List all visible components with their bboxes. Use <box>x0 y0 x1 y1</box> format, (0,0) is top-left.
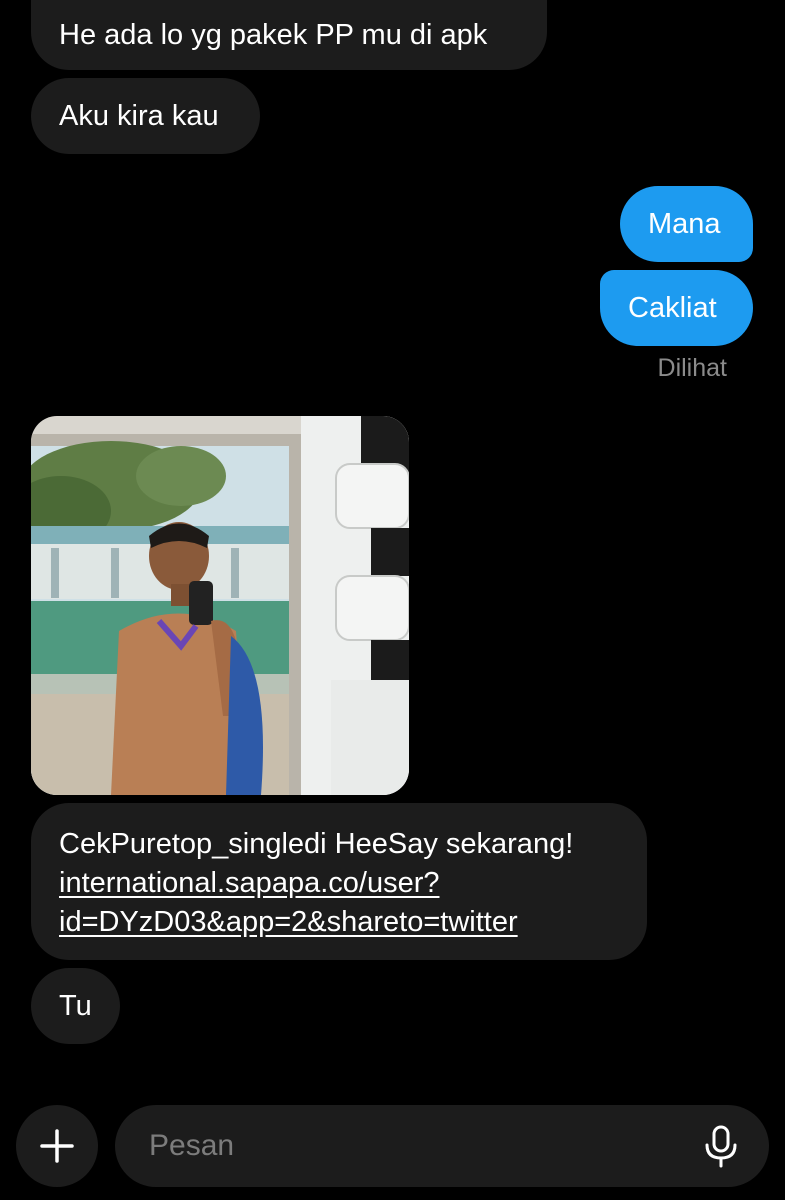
incoming-link-message[interactable]: CekPuretop_singledi HeeSay sekarang! int… <box>31 803 647 960</box>
voice-message-button[interactable] <box>701 1125 741 1169</box>
message-composer <box>115 1105 769 1187</box>
plus-icon <box>40 1129 74 1163</box>
message-text: Cakliat <box>628 292 717 324</box>
message-text: Aku kira kau <box>59 100 219 132</box>
message-input[interactable] <box>147 1123 671 1169</box>
outgoing-message[interactable]: Cakliat <box>600 270 753 346</box>
photo-image <box>31 416 409 795</box>
message-text: Tu <box>59 990 92 1022</box>
microphone-icon <box>705 1125 737 1168</box>
incoming-message[interactable]: Tu <box>31 968 120 1044</box>
shared-photo[interactable] <box>31 416 409 795</box>
add-attachment-button[interactable] <box>16 1105 98 1187</box>
incoming-message[interactable]: Aku kira kau <box>31 78 260 154</box>
seen-status: Dilihat <box>657 354 727 382</box>
incoming-message[interactable]: He ada lo yg pakek PP mu di apk <box>31 0 547 70</box>
outgoing-message[interactable]: Mana <box>620 186 753 262</box>
share-link-line2[interactable]: id=DYzD03&app=2&shareto=twitter <box>59 903 619 942</box>
share-link-line1[interactable]: international.sapapa.co/user? <box>59 864 619 903</box>
message-text: CekPuretop_singledi HeeSay sekarang! <box>59 828 574 860</box>
message-text: Mana <box>648 208 721 240</box>
message-text: He ada lo yg pakek PP mu di apk <box>59 19 488 51</box>
